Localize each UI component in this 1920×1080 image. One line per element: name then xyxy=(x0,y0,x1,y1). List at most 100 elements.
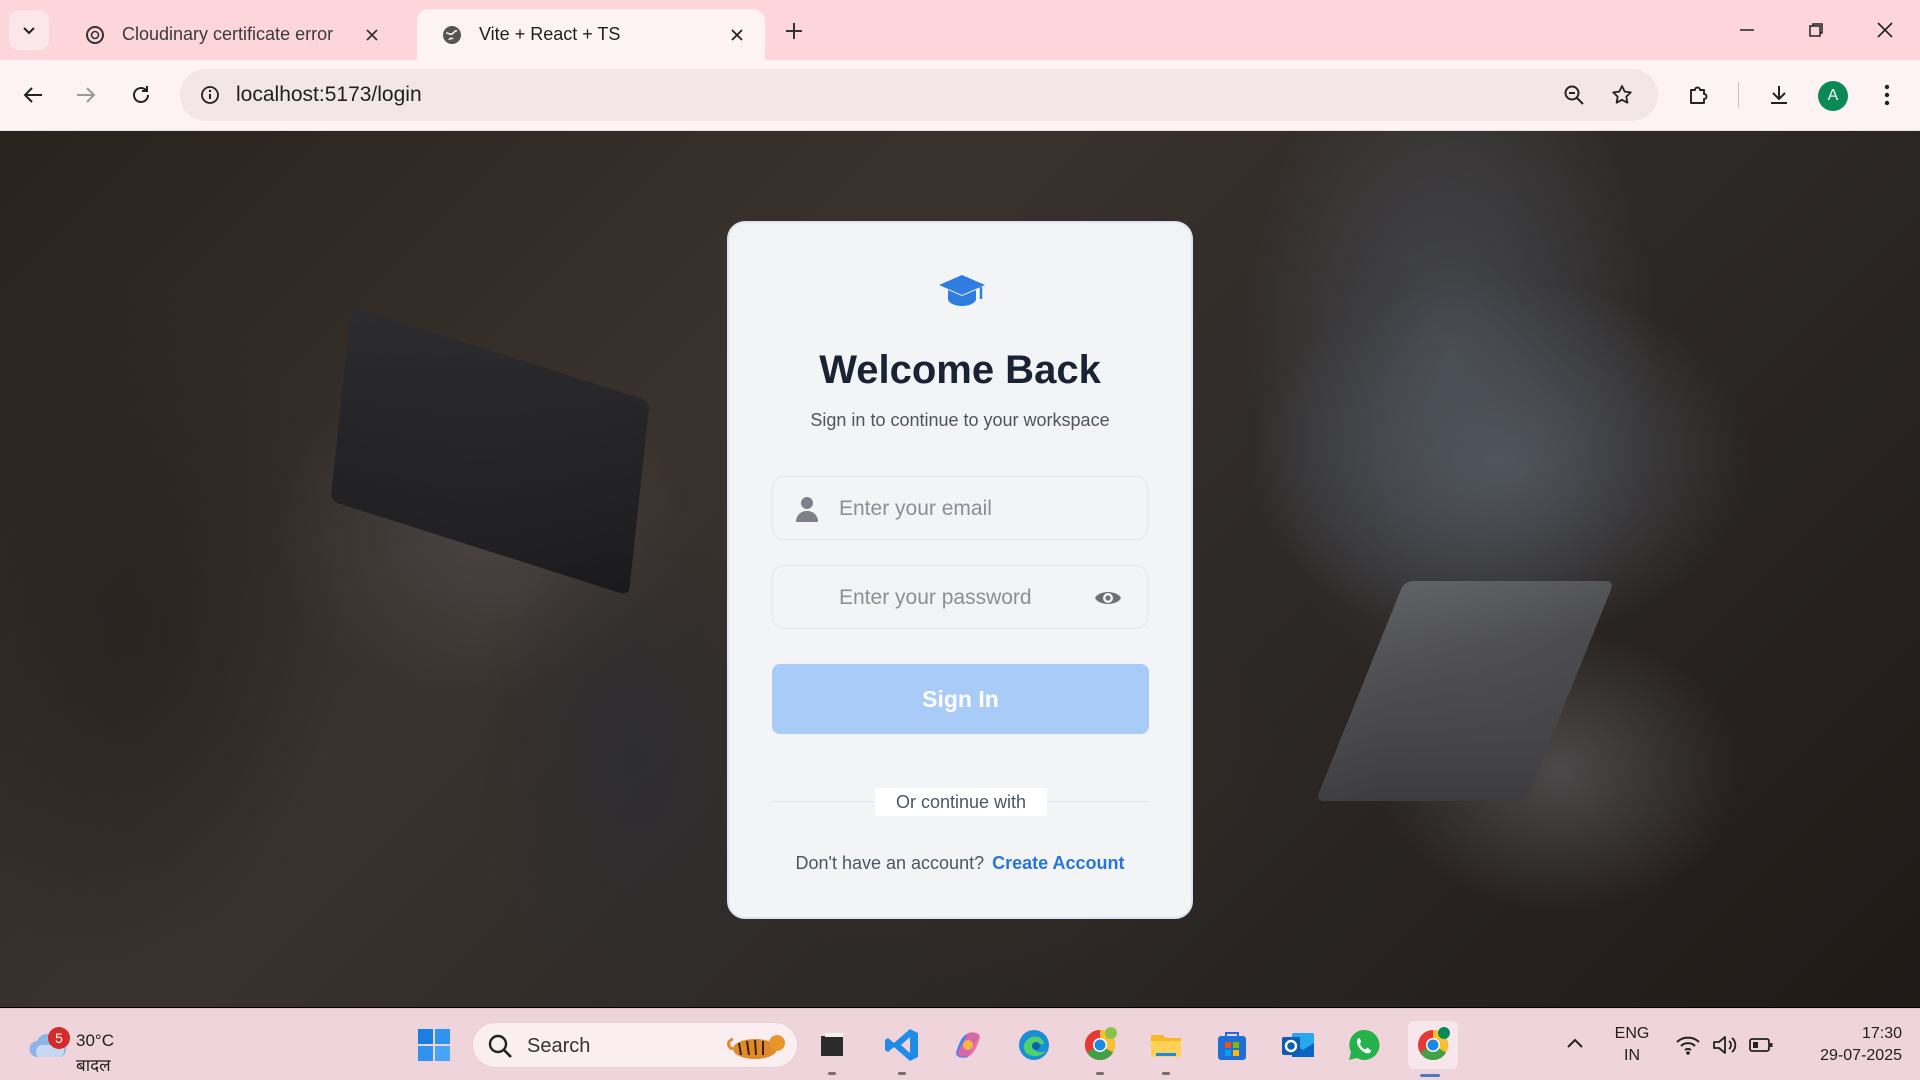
minimize-icon xyxy=(1740,29,1754,31)
login-card: Welcome Back Sign in to continue to your… xyxy=(727,221,1193,919)
language-indicator[interactable]: ENG IN xyxy=(1612,1023,1652,1067)
edge-icon xyxy=(1019,1030,1049,1060)
reload-icon xyxy=(133,86,149,103)
back-button[interactable] xyxy=(14,76,52,114)
taskbar-app-outlook[interactable] xyxy=(1276,1023,1320,1067)
graduation-cap-icon xyxy=(939,275,985,306)
vscode-icon xyxy=(885,1029,918,1061)
forward-button[interactable] xyxy=(67,76,105,114)
close-tab-icon[interactable] xyxy=(723,21,751,49)
downloads-button[interactable] xyxy=(1760,76,1798,114)
url-text[interactable]: localhost:5173/login xyxy=(236,83,422,107)
extensions-button[interactable] xyxy=(1680,76,1718,114)
whatsapp-icon xyxy=(1349,1029,1380,1060)
openai-icon xyxy=(84,24,106,46)
close-window-button[interactable] xyxy=(1862,10,1908,50)
browser-menu-button[interactable] xyxy=(1868,76,1906,114)
tab-strip: Cloudinary certificate error Vite + Reac… xyxy=(0,0,1920,60)
tab-title: Cloudinary certificate error xyxy=(122,24,334,44)
copilot-icon xyxy=(956,1032,980,1058)
zoom-icon[interactable] xyxy=(1556,77,1592,113)
clock-date: 29-07-2025 xyxy=(1820,1047,1902,1064)
address-bar[interactable]: localhost:5173/login xyxy=(180,69,1658,121)
chrome-icon xyxy=(1084,1027,1117,1061)
back-arrow-icon xyxy=(23,87,42,103)
eye-icon[interactable] xyxy=(1093,585,1123,611)
plus-icon xyxy=(786,23,802,39)
search-highlight-tiger-icon xyxy=(727,1035,785,1059)
site-info-icon[interactable] xyxy=(192,77,228,113)
weather-condition: बादल xyxy=(76,1056,111,1075)
taskbar-app-copilot[interactable] xyxy=(946,1023,990,1067)
taskbar-app-chrome[interactable] xyxy=(1078,1023,1122,1075)
microsoft-store-icon xyxy=(1218,1032,1246,1060)
restore-icon xyxy=(1809,23,1823,37)
windows-start-icon xyxy=(418,1029,450,1061)
restore-button[interactable] xyxy=(1793,10,1839,50)
login-subtitle: Sign in to continue to your workspace xyxy=(810,410,1110,430)
app-running-indicator xyxy=(1162,1072,1170,1075)
create-account-link[interactable]: Create Account xyxy=(992,853,1124,873)
toolbar-separator xyxy=(1738,82,1739,108)
taskbar-app-vscode[interactable] xyxy=(880,1023,924,1075)
minimize-button[interactable] xyxy=(1724,10,1770,50)
system-clock[interactable]: 17:30 29-07-2025 xyxy=(1792,1023,1902,1067)
signup-prompt: Don't have an account? Create Account xyxy=(729,853,1191,874)
search-label: Search xyxy=(527,1035,591,1057)
profile-avatar[interactable]: A xyxy=(1818,81,1848,111)
bookmark-star-icon[interactable] xyxy=(1604,77,1640,113)
outlook-icon xyxy=(1282,1033,1314,1057)
reload-button[interactable] xyxy=(122,76,160,114)
page-viewport: Welcome Back Sign in to continue to your… xyxy=(0,131,1920,1007)
email-input[interactable] xyxy=(837,477,1091,541)
divider-label: Or continue with xyxy=(875,788,1047,816)
more-vertical-icon xyxy=(1884,84,1890,106)
file-manager-icon xyxy=(821,1033,843,1056)
app-active-indicator xyxy=(1420,1074,1440,1077)
download-icon xyxy=(1771,86,1787,104)
puzzle-icon xyxy=(1690,86,1708,104)
volume-icon[interactable] xyxy=(1712,1033,1738,1057)
app-running-indicator xyxy=(898,1072,906,1075)
sign-in-button[interactable]: Sign In xyxy=(772,664,1149,734)
password-field[interactable] xyxy=(772,565,1148,630)
weather-alert-badge: 5 xyxy=(48,1027,70,1049)
clock-time: 17:30 xyxy=(1861,1025,1902,1042)
taskbar-app-edge[interactable] xyxy=(1012,1023,1056,1067)
user-icon xyxy=(796,497,818,522)
taskbar-app-file-explorer[interactable] xyxy=(1144,1023,1188,1075)
chrome-profile-icon xyxy=(1418,1027,1450,1061)
taskbar-app-chrome-profile[interactable] xyxy=(1408,1021,1458,1077)
tab-cloudinary[interactable]: Cloudinary certificate error xyxy=(60,9,400,60)
weather-temperature: 30°C xyxy=(76,1031,114,1050)
wifi-icon[interactable] xyxy=(1675,1033,1701,1057)
no-account-text: Don't have an account? xyxy=(795,853,985,873)
battery-icon[interactable] xyxy=(1748,1033,1774,1057)
forward-arrow-icon xyxy=(77,87,96,103)
close-tab-icon[interactable] xyxy=(358,21,386,49)
login-title: Welcome Back xyxy=(819,348,1101,392)
tab-vite-react[interactable]: Vite + React + TS xyxy=(417,9,765,60)
search-icon xyxy=(488,1034,512,1058)
taskbar-search[interactable]: Search xyxy=(472,1022,798,1068)
new-tab-button[interactable] xyxy=(777,14,811,48)
tab-title: Vite + React + TS xyxy=(479,24,621,44)
taskbar-app-store[interactable] xyxy=(1210,1023,1254,1067)
tab-search-button[interactable] xyxy=(9,10,49,50)
chevron-down-icon xyxy=(23,27,35,35)
file-explorer-icon xyxy=(1151,1035,1181,1057)
start-button[interactable] xyxy=(412,1023,456,1067)
browser-toolbar: localhost:5173/login A xyxy=(0,60,1920,131)
taskbar-app-whatsapp[interactable] xyxy=(1342,1023,1386,1067)
close-icon xyxy=(1877,22,1893,38)
globe-icon xyxy=(441,24,463,46)
weather-widget[interactable]: 5 30°C बादल xyxy=(24,1019,134,1075)
email-field[interactable] xyxy=(772,476,1148,541)
app-running-indicator xyxy=(828,1072,836,1075)
chevron-up-icon[interactable] xyxy=(1562,1031,1588,1057)
language-line2: IN xyxy=(1624,1047,1640,1064)
windows-taskbar: 5 30°C बादल Search ENG IN 17:30 29-07-20… xyxy=(0,1008,1920,1080)
app-running-indicator xyxy=(1096,1072,1104,1075)
password-input[interactable] xyxy=(837,566,1091,630)
taskbar-app-file-manager[interactable] xyxy=(810,1023,854,1075)
